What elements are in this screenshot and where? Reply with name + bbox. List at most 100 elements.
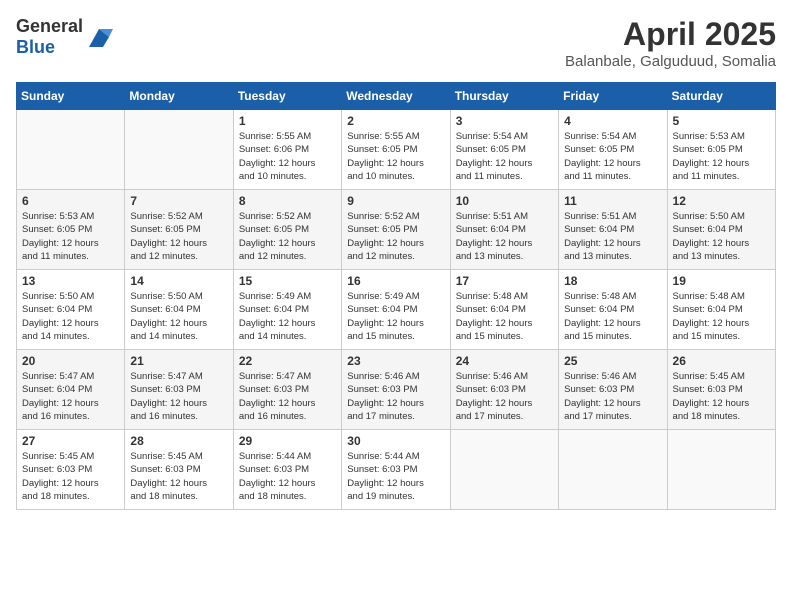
calendar-cell — [450, 430, 558, 510]
calendar-cell: 5 Sunrise: 5:53 AM Sunset: 6:05 PM Daylig… — [667, 110, 775, 190]
day-number: 26 — [673, 354, 770, 368]
weekday-header-sunday: Sunday — [17, 83, 125, 110]
day-number: 18 — [564, 274, 661, 288]
day-number: 22 — [239, 354, 336, 368]
day-number: 15 — [239, 274, 336, 288]
calendar-cell: 20Sunrise: 5:47 AM Sunset: 6:04 PM Dayli… — [17, 350, 125, 430]
calendar-cell: 16 Sunrise: 5:49 AM Sunset: 6:04 PM Dayli… — [342, 270, 450, 350]
day-number: 2 — [347, 114, 444, 128]
calendar-cell: 7 Sunrise: 5:52 AM Sunset: 6:05 PM Daylig… — [125, 190, 233, 270]
day-info: Sunrise: 5:47 AM Sunset: 6:03 PM Dayligh… — [130, 370, 227, 423]
day-info: Sunrise: 5:44 AM Sunset: 6:03 PM Dayligh… — [239, 450, 336, 503]
calendar-cell: 24 Sunrise: 5:46 AM Sunset: 6:03 PM Dayli… — [450, 350, 558, 430]
day-info: Sunrise: 5:54 AM Sunset: 6:05 PM Dayligh… — [456, 130, 553, 183]
day-info: Sunrise: 5:52 AM Sunset: 6:05 PM Dayligh… — [347, 210, 444, 263]
logo-icon — [85, 23, 113, 51]
day-info: Sunrise: 5:46 AM Sunset: 6:03 PM Dayligh… — [456, 370, 553, 423]
calendar-week-row: 20Sunrise: 5:47 AM Sunset: 6:04 PM Dayli… — [17, 350, 776, 430]
day-info: Sunrise: 5:55 AM Sunset: 6:05 PM Dayligh… — [347, 130, 444, 183]
day-number: 25 — [564, 354, 661, 368]
day-info: Sunrise: 5:50 AM Sunset: 6:04 PM Dayligh… — [130, 290, 227, 343]
weekday-header-saturday: Saturday — [667, 83, 775, 110]
day-number: 7 — [130, 194, 227, 208]
day-number: 9 — [347, 194, 444, 208]
day-number: 14 — [130, 274, 227, 288]
day-number: 6 — [22, 194, 119, 208]
calendar-week-row: 27 Sunrise: 5:45 AM Sunset: 6:03 PM Dayli… — [17, 430, 776, 510]
day-info: Sunrise: 5:48 AM Sunset: 6:04 PM Dayligh… — [673, 290, 770, 343]
day-info: Sunrise: 5:53 AM Sunset: 6:05 PM Dayligh… — [22, 210, 119, 263]
day-number: 23 — [347, 354, 444, 368]
day-info: Sunrise: 5:55 AM Sunset: 6:06 PM Dayligh… — [239, 130, 336, 183]
day-info: Sunrise: 5:51 AM Sunset: 6:04 PM Dayligh… — [564, 210, 661, 263]
calendar-cell: 14 Sunrise: 5:50 AM Sunset: 6:04 PM Dayli… — [125, 270, 233, 350]
calendar-cell: 3Sunrise: 5:54 AM Sunset: 6:05 PM Daylig… — [450, 110, 558, 190]
calendar-cell: 13 Sunrise: 5:50 AM Sunset: 6:04 PM Dayli… — [17, 270, 125, 350]
calendar-cell: 18Sunrise: 5:48 AM Sunset: 6:04 PM Dayli… — [559, 270, 667, 350]
calendar-week-row: 13 Sunrise: 5:50 AM Sunset: 6:04 PM Dayli… — [17, 270, 776, 350]
calendar-cell: 9 Sunrise: 5:52 AM Sunset: 6:05 PM Daylig… — [342, 190, 450, 270]
calendar-table: SundayMondayTuesdayWednesdayThursdayFrid… — [16, 82, 776, 510]
calendar-cell: 4 Sunrise: 5:54 AM Sunset: 6:05 PM Daylig… — [559, 110, 667, 190]
calendar-cell: 19 Sunrise: 5:48 AM Sunset: 6:04 PM Dayli… — [667, 270, 775, 350]
page-header: General Blue April 2025 Balanbale, Galgu… — [16, 16, 776, 70]
location: Balanbale, Galguduud, Somalia — [565, 53, 776, 70]
calendar-cell: 8Sunrise: 5:52 AM Sunset: 6:05 PM Daylig… — [233, 190, 341, 270]
day-info: Sunrise: 5:44 AM Sunset: 6:03 PM Dayligh… — [347, 450, 444, 503]
day-number: 29 — [239, 434, 336, 448]
weekday-header-wednesday: Wednesday — [342, 83, 450, 110]
calendar-cell: 12Sunrise: 5:50 AM Sunset: 6:04 PM Dayli… — [667, 190, 775, 270]
day-info: Sunrise: 5:45 AM Sunset: 6:03 PM Dayligh… — [130, 450, 227, 503]
day-number: 24 — [456, 354, 553, 368]
month-year: April 2025 — [565, 16, 776, 53]
day-number: 12 — [673, 194, 770, 208]
day-number: 13 — [22, 274, 119, 288]
day-number: 21 — [130, 354, 227, 368]
day-number: 10 — [456, 194, 553, 208]
day-info: Sunrise: 5:47 AM Sunset: 6:03 PM Dayligh… — [239, 370, 336, 423]
day-number: 28 — [130, 434, 227, 448]
day-info: Sunrise: 5:48 AM Sunset: 6:04 PM Dayligh… — [456, 290, 553, 343]
calendar-week-row: 1 Sunrise: 5:55 AM Sunset: 6:06 PM Daylig… — [17, 110, 776, 190]
day-info: Sunrise: 5:46 AM Sunset: 6:03 PM Dayligh… — [564, 370, 661, 423]
day-info: Sunrise: 5:45 AM Sunset: 6:03 PM Dayligh… — [22, 450, 119, 503]
day-number: 11 — [564, 194, 661, 208]
calendar-cell: 27 Sunrise: 5:45 AM Sunset: 6:03 PM Dayli… — [17, 430, 125, 510]
calendar-cell — [559, 430, 667, 510]
day-number: 5 — [673, 114, 770, 128]
day-info: Sunrise: 5:52 AM Sunset: 6:05 PM Dayligh… — [130, 210, 227, 263]
weekday-header-monday: Monday — [125, 83, 233, 110]
day-number: 19 — [673, 274, 770, 288]
calendar-cell: 21 Sunrise: 5:47 AM Sunset: 6:03 PM Dayli… — [125, 350, 233, 430]
calendar-cell: 29 Sunrise: 5:44 AM Sunset: 6:03 PM Dayli… — [233, 430, 341, 510]
calendar-cell — [667, 430, 775, 510]
day-number: 27 — [22, 434, 119, 448]
calendar-cell: 17Sunrise: 5:48 AM Sunset: 6:04 PM Dayli… — [450, 270, 558, 350]
weekday-header-tuesday: Tuesday — [233, 83, 341, 110]
calendar-cell: 1 Sunrise: 5:55 AM Sunset: 6:06 PM Daylig… — [233, 110, 341, 190]
calendar-week-row: 6 Sunrise: 5:53 AM Sunset: 6:05 PM Daylig… — [17, 190, 776, 270]
calendar-cell — [125, 110, 233, 190]
calendar-cell: 26Sunrise: 5:45 AM Sunset: 6:03 PM Dayli… — [667, 350, 775, 430]
calendar-cell: 10 Sunrise: 5:51 AM Sunset: 6:04 PM Dayli… — [450, 190, 558, 270]
day-info: Sunrise: 5:54 AM Sunset: 6:05 PM Dayligh… — [564, 130, 661, 183]
logo-text: General Blue — [16, 16, 83, 58]
day-info: Sunrise: 5:49 AM Sunset: 6:04 PM Dayligh… — [239, 290, 336, 343]
calendar-cell: 2 Sunrise: 5:55 AM Sunset: 6:05 PM Daylig… — [342, 110, 450, 190]
calendar-cell — [17, 110, 125, 190]
day-number: 30 — [347, 434, 444, 448]
calendar-cell: 30 Sunrise: 5:44 AM Sunset: 6:03 PM Dayli… — [342, 430, 450, 510]
day-number: 16 — [347, 274, 444, 288]
title-block: April 2025 Balanbale, Galguduud, Somalia — [565, 16, 776, 70]
day-info: Sunrise: 5:51 AM Sunset: 6:04 PM Dayligh… — [456, 210, 553, 263]
calendar-cell: 15 Sunrise: 5:49 AM Sunset: 6:04 PM Dayli… — [233, 270, 341, 350]
day-info: Sunrise: 5:49 AM Sunset: 6:04 PM Dayligh… — [347, 290, 444, 343]
calendar-cell: 22 Sunrise: 5:47 AM Sunset: 6:03 PM Dayli… — [233, 350, 341, 430]
day-info: Sunrise: 5:53 AM Sunset: 6:05 PM Dayligh… — [673, 130, 770, 183]
weekday-header-friday: Friday — [559, 83, 667, 110]
day-info: Sunrise: 5:50 AM Sunset: 6:04 PM Dayligh… — [22, 290, 119, 343]
day-number: 1 — [239, 114, 336, 128]
day-number: 4 — [564, 114, 661, 128]
logo-general: General — [16, 16, 83, 36]
logo-blue: Blue — [16, 37, 55, 57]
